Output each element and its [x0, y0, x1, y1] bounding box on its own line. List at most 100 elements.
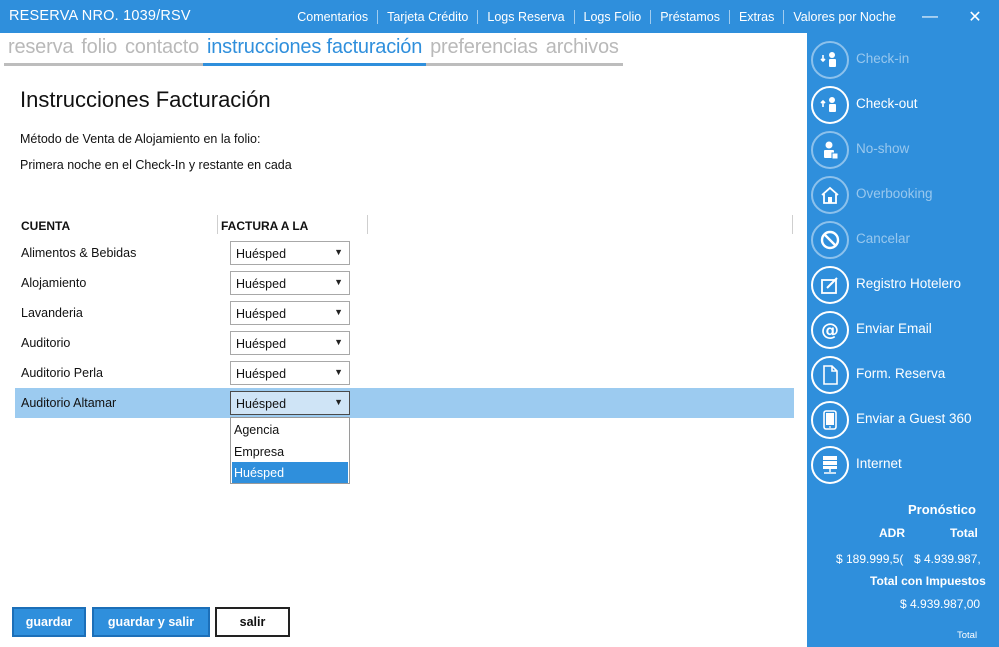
send-email-label: Enviar Email — [856, 321, 932, 336]
nav-comentarios[interactable]: Comentarios — [288, 9, 379, 24]
select-value: Huésped — [236, 307, 287, 321]
check-out-action[interactable]: Check-out — [810, 84, 996, 126]
bill-to-dropdown-list: Agencia Empresa Huésped — [230, 417, 350, 484]
bill-to-select[interactable]: Huésped ▼ — [230, 301, 350, 325]
account-name: Auditorio Perla — [21, 366, 103, 380]
nav-valores-por-noche[interactable]: Valores por Noche — [784, 10, 905, 24]
bill-to-select[interactable]: Huésped ▼ — [230, 391, 350, 415]
exit-button[interactable]: salir — [215, 607, 290, 637]
actions-panel: Check-in Check-out No-show Overbooking C… — [807, 33, 999, 647]
page-title: Instrucciones Facturación — [20, 87, 271, 112]
save-button[interactable]: guardar — [12, 607, 86, 637]
adr-value: $ 189.999,5( — [836, 552, 904, 566]
table-row[interactable]: Alimentos & Bebidas Huésped ▼ — [15, 238, 794, 268]
dropdown-arrow-icon: ▼ — [334, 247, 343, 257]
reservation-form-action[interactable]: Form. Reserva — [810, 354, 996, 396]
cancel-label: Cancelar — [856, 231, 911, 246]
dropdown-option-empresa[interactable]: Empresa — [232, 441, 348, 462]
internet-label: Internet — [856, 456, 902, 471]
nav-logs-reserva[interactable]: Logs Reserva — [478, 9, 575, 24]
total-with-taxes-label: Total con Impuestos — [870, 574, 986, 588]
column-divider[interactable] — [792, 215, 793, 234]
select-value: Huésped — [236, 397, 287, 411]
no-show-icon — [811, 131, 849, 169]
no-show-action[interactable]: No-show — [810, 129, 996, 171]
column-divider[interactable] — [217, 215, 218, 234]
tab-preferencias[interactable]: preferencias — [426, 36, 542, 66]
server-network-icon — [811, 446, 849, 484]
account-name: Alojamiento — [21, 276, 87, 290]
check-in-label: Check-in — [856, 51, 910, 66]
bill-to-select[interactable]: Huésped ▼ — [230, 271, 350, 295]
top-nav: Comentarios Tarjeta Crédito Logs Reserva… — [288, 0, 905, 33]
table-row-selected[interactable]: Auditorio Altamar Huésped ▼ — [15, 388, 794, 418]
select-value: Huésped — [236, 337, 287, 351]
nav-extras[interactable]: Extras — [730, 9, 785, 24]
tab-folio[interactable]: folio — [77, 36, 121, 66]
tab-archivos[interactable]: archivos — [541, 36, 623, 66]
dropdown-option-agencia[interactable]: Agencia — [232, 419, 348, 440]
reservation-form-label: Form. Reserva — [856, 366, 946, 381]
nav-prestamos[interactable]: Préstamos — [651, 9, 730, 24]
adr-label: ADR — [879, 526, 905, 540]
title-bar: RESERVA NRO. 1039/RSV Comentarios Tarjet… — [0, 0, 999, 33]
tab-reserva[interactable]: reserva — [4, 36, 78, 66]
send-guest360-action[interactable]: Enviar a Guest 360 — [810, 399, 996, 441]
tab-bar: reserva folio contacto instrucciones fac… — [4, 36, 623, 66]
column-divider[interactable] — [367, 215, 368, 234]
no-show-label: No-show — [856, 141, 910, 156]
dropdown-arrow-icon: ▼ — [334, 307, 343, 317]
bill-to-select[interactable]: Huésped ▼ — [230, 361, 350, 385]
account-name: Auditorio Altamar — [21, 396, 117, 410]
account-name: Auditorio — [21, 336, 71, 350]
save-and-exit-button[interactable]: guardar y salir — [92, 607, 210, 637]
table-row[interactable]: Alojamiento Huésped ▼ — [15, 268, 794, 298]
check-out-icon — [811, 86, 849, 124]
table-row[interactable]: Auditorio Perla Huésped ▼ — [15, 358, 794, 388]
minimize-button[interactable]: — — [910, 0, 950, 33]
hotel-register-label: Registro Hotelero — [856, 276, 962, 291]
sale-method-label: Método de Venta de Alojamiento en la fol… — [20, 132, 261, 146]
column-header-factura: FACTURA A LA — [221, 219, 309, 233]
cancel-action[interactable]: Cancelar — [810, 219, 996, 261]
overbooking-label: Overbooking — [856, 186, 933, 201]
bill-to-select[interactable]: Huésped ▼ — [230, 331, 350, 355]
check-in-action[interactable]: Check-in — [810, 39, 996, 81]
check-in-icon — [811, 41, 849, 79]
bill-to-select[interactable]: Huésped ▼ — [230, 241, 350, 265]
hotel-register-action[interactable]: Registro Hotelero — [810, 264, 996, 306]
account-name: Alimentos & Bebidas — [21, 246, 137, 260]
total-label: Total — [950, 526, 978, 540]
svg-text:@: @ — [821, 320, 839, 341]
dropdown-arrow-icon: ▼ — [334, 277, 343, 287]
account-name: Lavanderia — [21, 306, 83, 320]
tablet-icon — [811, 401, 849, 439]
forecast-title: Pronóstico — [908, 502, 976, 517]
dropdown-arrow-icon: ▼ — [334, 367, 343, 377]
select-value: Huésped — [236, 367, 287, 381]
select-value: Huésped — [236, 247, 287, 261]
window-title: RESERVA NRO. 1039/RSV — [9, 8, 191, 24]
nav-logs-folio[interactable]: Logs Folio — [575, 9, 652, 24]
footer-total-label: Total — [957, 630, 978, 641]
send-guest360-label: Enviar a Guest 360 — [856, 411, 972, 426]
total-with-taxes-value: $ 4.939.987,00 — [900, 597, 981, 611]
dropdown-option-huesped[interactable]: Huésped — [232, 462, 348, 483]
dropdown-arrow-icon: ▼ — [334, 397, 343, 407]
overbooking-icon — [811, 176, 849, 214]
table-row[interactable]: Auditorio Huésped ▼ — [15, 328, 794, 358]
document-icon — [811, 356, 849, 394]
tab-instrucciones-facturacion[interactable]: instrucciones facturación — [203, 36, 427, 66]
tab-contacto[interactable]: contacto — [121, 36, 204, 66]
close-button[interactable]: ✕ — [955, 0, 995, 33]
table-row[interactable]: Lavanderia Huésped ▼ — [15, 298, 794, 328]
dropdown-arrow-icon: ▼ — [334, 337, 343, 347]
overbooking-action[interactable]: Overbooking — [810, 174, 996, 216]
nav-tarjeta-credito[interactable]: Tarjeta Crédito — [378, 9, 479, 24]
sale-method-value: Primera noche en el Check-In y restante … — [20, 158, 292, 172]
column-header-cuenta: CUENTA — [21, 219, 71, 233]
email-at-icon: @ — [811, 311, 849, 349]
hotel-register-icon — [811, 266, 849, 304]
internet-action[interactable]: Internet — [810, 444, 996, 486]
send-email-action[interactable]: @ Enviar Email — [810, 309, 996, 351]
